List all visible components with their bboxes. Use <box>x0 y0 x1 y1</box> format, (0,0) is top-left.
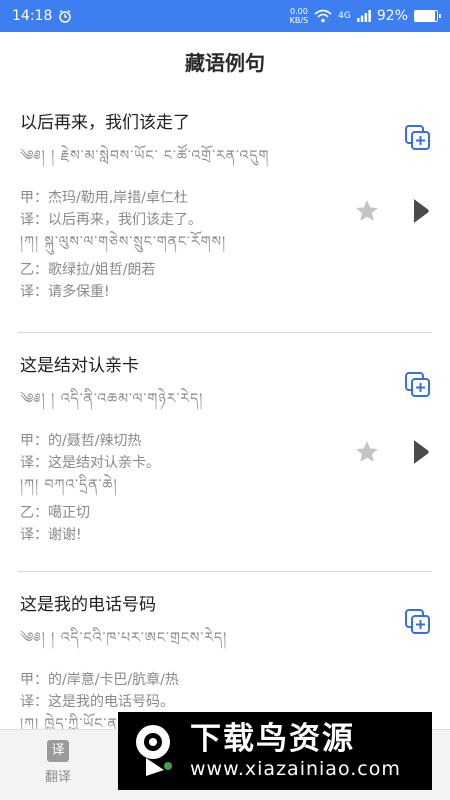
translation-a-line: 译：这是我的电话号码。 <box>20 694 174 710</box>
network-speed: 0.00 KB/S <box>289 7 309 25</box>
wifi-icon <box>314 9 332 23</box>
tibetan-reply-line: །ཀ། སྐུ་ལུས་ལ་གཅེས་སྲུང་གནང་རོགས། <box>20 234 227 250</box>
sentence-card: 以后再来，我们该走了 ༄༅། ། རྗེས་མ་སླེབས་ཡོང་ ང་ཚོ་… <box>18 90 432 333</box>
sentence-title: 这是我的电话号码 <box>20 595 156 615</box>
sentence-list[interactable]: 以后再来，我们该走了 ༄༅། ། རྗེས་མ་སླེབས་ཡོང་ ང་ཚོ་… <box>0 90 450 800</box>
star-icon[interactable] <box>354 198 380 224</box>
play-icon[interactable] <box>412 198 430 224</box>
watermark-url: www.xiazainiao.com <box>190 758 401 780</box>
speaker-b-line: 乙：歌绿拉/姐哲/朗若 <box>20 262 156 278</box>
sentence-title: 以后再来，我们该走了 <box>20 113 190 133</box>
signal-icon <box>356 10 371 22</box>
speaker-a-line: 甲：的/岸意/卡巴/肮章/热 <box>20 672 179 688</box>
watermark-title: 下载鸟资源 <box>190 721 355 757</box>
add-to-collection-icon[interactable] <box>404 608 432 636</box>
nav-item-translate[interactable]: 译 翻译 <box>40 740 76 785</box>
network-type: 4G <box>338 11 351 21</box>
translate-icon: 译 <box>47 740 69 762</box>
sentence-title: 这是结对认亲卡 <box>20 356 139 376</box>
translation-b-line: 译：请多保重! <box>20 284 110 300</box>
status-bar: 14:18 0.00 KB/S 4G 92% <box>0 0 450 32</box>
nav-label-translate: 翻译 <box>44 770 71 785</box>
watermark-banner: 下载鸟资源 www.xiazainiao.com <box>118 712 432 790</box>
tibetan-reply-line: །ཀ། བཀའ་དྲིན་ཆེ། <box>20 477 118 493</box>
sentence-tibetan: ༄༅། ། རྗེས་མ་སླེབས་ཡོང་ ང་ཚོ་འགྲོ་རན་འདུ… <box>20 148 270 164</box>
bird-logo-icon <box>136 725 172 776</box>
play-icon[interactable] <box>412 439 430 465</box>
add-to-collection-icon[interactable] <box>404 124 432 152</box>
add-to-collection-icon[interactable] <box>404 371 432 399</box>
battery-icon <box>414 10 441 22</box>
sentence-tibetan: ༄༅། ། འདི་ནི་འཆམ་ལ་གཉེར་རེད། <box>20 391 204 407</box>
sentence-tibetan: ༄༅། ། འདི་ངའི་ཁ་པར་ཨང་གྲངས་རེད། <box>20 630 228 646</box>
sentence-card: 这是结对认亲卡 ༄༅། ། འདི་ནི་འཆམ་ལ་གཉེར་རེད། 甲：的… <box>18 333 432 572</box>
alarm-icon <box>59 9 72 23</box>
star-icon[interactable] <box>354 439 380 465</box>
status-time: 14:18 <box>12 8 53 24</box>
translation-b-line: 译：谢谢! <box>20 527 82 543</box>
speaker-b-line: 乙：噶正切 <box>20 505 90 521</box>
battery-percent: 92% <box>376 8 408 24</box>
page-title: 藏语例句 <box>0 32 450 90</box>
